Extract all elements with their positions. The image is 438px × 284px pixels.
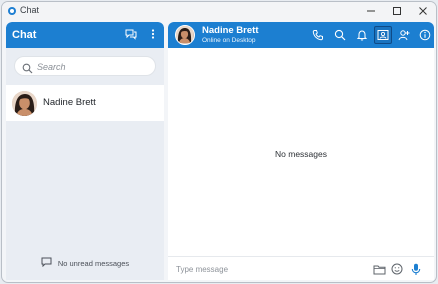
message-input[interactable]	[176, 262, 356, 276]
emoji-icon[interactable]	[390, 262, 404, 276]
chat-bubbles-icon[interactable]	[124, 27, 138, 41]
message-icon	[41, 257, 52, 269]
more-vertical-icon[interactable]	[146, 27, 160, 41]
bell-icon[interactable]	[353, 26, 371, 44]
message-composer	[168, 256, 434, 280]
add-user-icon[interactable]	[395, 26, 413, 44]
info-icon[interactable]	[416, 26, 434, 44]
phone-icon[interactable]	[309, 26, 327, 44]
sidebar-header: Chat	[6, 22, 164, 48]
app-window: Chat Chat Search Nadine Brett No unread …	[1, 1, 437, 283]
empty-conversation-text: No messages	[275, 149, 327, 159]
contact-list-item[interactable]: Nadine Brett	[6, 85, 164, 121]
conversation-header: Nadine Brett Online on Desktop	[168, 22, 434, 48]
close-button[interactable]	[410, 2, 436, 20]
sidebar-title: Chat	[12, 29, 37, 41]
search-input[interactable]	[37, 59, 147, 74]
conversation-panel: Nadine Brett Online on Desktop No messag…	[168, 22, 434, 280]
minimize-button[interactable]	[358, 2, 384, 20]
conversation-contact-name: Nadine Brett	[202, 25, 259, 36]
microphone-icon[interactable]	[409, 262, 423, 276]
maximize-button[interactable]	[384, 2, 410, 20]
unread-status-text: No unread messages	[57, 258, 130, 268]
folder-icon[interactable]	[372, 262, 386, 276]
contact-avatar[interactable]	[175, 25, 195, 45]
contact-status: Online on Desktop	[202, 37, 256, 44]
avatar	[12, 91, 37, 116]
app-logo-icon	[8, 7, 16, 15]
search-icon	[22, 61, 33, 74]
search-conversation-icon[interactable]	[331, 26, 349, 44]
title-bar: Chat	[2, 2, 436, 20]
window-title: Chat	[20, 5, 40, 15]
contact-name: Nadine Brett	[43, 97, 96, 108]
search-box	[14, 56, 156, 76]
chat-sidebar: Chat Search Nadine Brett No unread messa…	[6, 22, 164, 280]
unread-status: No unread messages	[6, 256, 164, 270]
contact-card-icon[interactable]	[374, 26, 392, 44]
